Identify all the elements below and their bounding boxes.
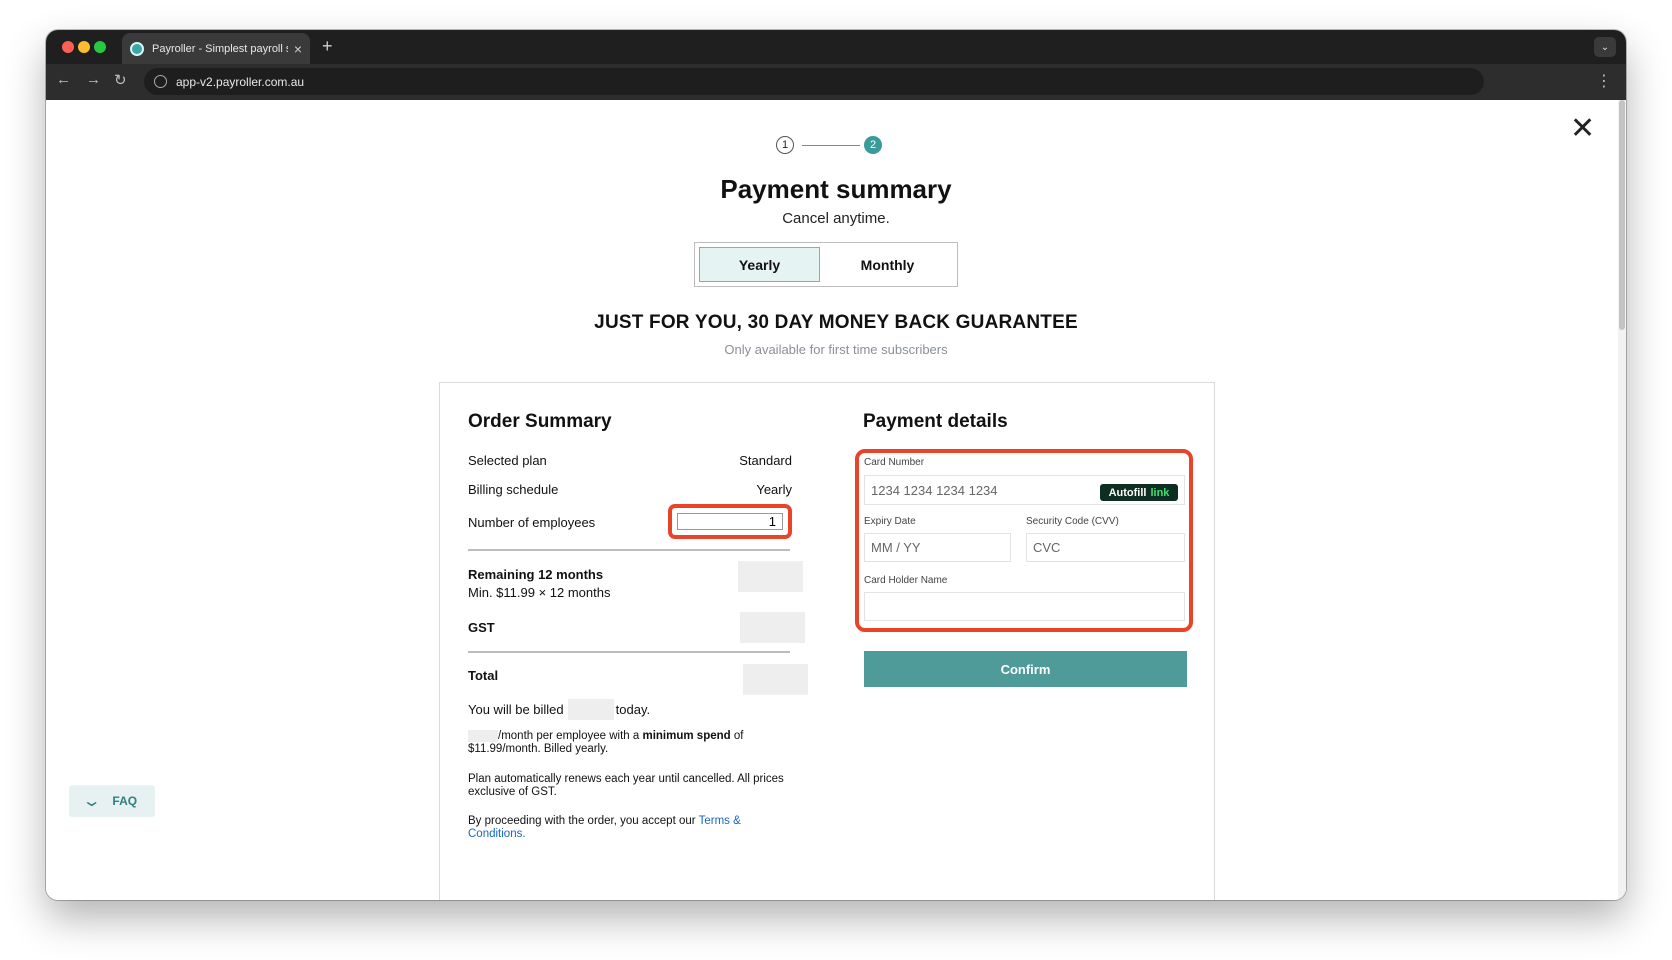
- chevron-down-icon: ⌄: [81, 793, 102, 810]
- favicon-icon: [130, 41, 144, 56]
- browser-menu-icon[interactable]: ⋮: [1596, 71, 1612, 91]
- close-window-button[interactable]: [62, 41, 74, 53]
- confirm-button[interactable]: Confirm: [864, 651, 1187, 687]
- employees-label: Number of employees: [468, 515, 596, 530]
- gst-placeholder: [740, 612, 805, 643]
- step-1: 1: [776, 136, 794, 154]
- tab-close-icon[interactable]: ×: [294, 41, 302, 57]
- expiry-label: Expiry Date: [864, 516, 916, 527]
- page-title: Payment summary: [720, 174, 952, 204]
- tab-title: Payroller - Simplest payroll so: [152, 42, 288, 55]
- new-tab-button[interactable]: +: [322, 36, 333, 57]
- pricing-note: /month per employee with a minimum spend…: [468, 730, 798, 756]
- browser-tab[interactable]: Payroller - Simplest payroll so ×: [122, 33, 310, 64]
- site-info-icon[interactable]: [154, 75, 167, 88]
- reload-icon[interactable]: ↻: [114, 71, 127, 89]
- total-placeholder: [743, 664, 808, 695]
- amount-placeholder: [738, 561, 803, 592]
- address-bar[interactable]: app-v2.payroller.com.au: [144, 68, 1484, 95]
- selected-plan-label: Selected plan: [468, 453, 547, 468]
- billed-suffix: today.: [615, 702, 651, 717]
- payment-fields-highlight: Card Number 1234 1234 1234 1234 Autofill…: [855, 449, 1193, 632]
- forward-icon[interactable]: →: [86, 71, 101, 88]
- tab-search-button[interactable]: ⌄: [1594, 37, 1616, 57]
- cvv-placeholder: CVC: [1033, 540, 1061, 555]
- faq-label: FAQ: [112, 794, 138, 808]
- divider: [468, 549, 790, 551]
- selected-plan-value: Standard: [739, 453, 792, 468]
- page-viewport: ✕ 1 2 Payment summary Cancel anytime. Ye…: [46, 100, 1626, 900]
- remaining-detail: Min. $11.99 × 12 months: [468, 585, 611, 600]
- expiry-field[interactable]: MM / YY: [864, 533, 1011, 562]
- renew-note: Plan automatically renews each year unti…: [468, 773, 784, 798]
- tab-bar: Payroller - Simplest payroll so × + ⌄: [46, 30, 1626, 64]
- payment-details-title: Payment details: [863, 411, 1008, 432]
- link-logo: link: [1150, 486, 1170, 499]
- terms-note: By proceeding with the order, you accept…: [468, 815, 798, 841]
- autofill-label: Autofill: [1108, 486, 1147, 499]
- url-text: app-v2.payroller.com.au: [176, 74, 305, 89]
- employees-highlight: [668, 504, 792, 539]
- minimize-window-button[interactable]: [78, 41, 90, 53]
- step-2: 2: [864, 136, 882, 154]
- order-summary-title: Order Summary: [468, 411, 612, 432]
- spend-bold: minimum spend: [642, 730, 731, 743]
- step-connector: [802, 145, 860, 146]
- stepper: 1 2: [776, 136, 890, 156]
- billed-today-line: You will be billed today.: [468, 699, 650, 720]
- total-label: Total: [468, 668, 499, 683]
- employees-input[interactable]: [677, 513, 783, 530]
- terms-pre: By proceeding with the order, you accept…: [468, 815, 696, 827]
- browser-toolbar: ← → ↻ app-v2.payroller.com.au ⋮: [46, 64, 1626, 100]
- back-icon[interactable]: ←: [56, 71, 71, 88]
- remaining-label: Remaining 12 months: [468, 567, 604, 582]
- terms-post: .: [522, 828, 526, 840]
- spend-pre: /month per employee with a: [498, 730, 640, 743]
- autofill-link-button[interactable]: Autofill link: [1100, 484, 1178, 501]
- price-placeholder: [468, 730, 498, 742]
- billed-prefix: You will be billed: [468, 702, 564, 717]
- billed-amount-placeholder: [567, 699, 614, 720]
- card-holder-label: Card Holder Name: [864, 575, 948, 586]
- promo-heading: JUST FOR YOU, 30 DAY MONEY BACK GUARANTE…: [594, 312, 1078, 333]
- browser-window: Payroller - Simplest payroll so × + ⌄ ← …: [46, 30, 1626, 900]
- page-subtitle: Cancel anytime.: [782, 210, 890, 227]
- billing-toggle: Yearly Monthly: [694, 242, 958, 287]
- billing-schedule-label: Billing schedule: [468, 482, 559, 497]
- zoom-window-button[interactable]: [94, 41, 106, 53]
- card-number-label: Card Number: [864, 457, 925, 468]
- card-number-placeholder: 1234 1234 1234 1234: [871, 482, 998, 498]
- divider: [468, 651, 790, 653]
- card-holder-field[interactable]: [864, 592, 1185, 621]
- gst-label: GST: [468, 620, 495, 635]
- billing-schedule-value: Yearly: [756, 482, 792, 497]
- monthly-option[interactable]: Monthly: [824, 247, 951, 282]
- cvv-label: Security Code (CVV): [1026, 516, 1119, 527]
- faq-button[interactable]: ⌄ FAQ: [69, 785, 155, 817]
- checkout-card: Order Summary Selected plan Standard Bil…: [439, 382, 1215, 900]
- yearly-option[interactable]: Yearly: [699, 247, 820, 282]
- close-icon[interactable]: ✕: [1570, 114, 1595, 144]
- expiry-placeholder: MM / YY: [871, 540, 921, 555]
- promo-subtext: Only available for first time subscriber…: [724, 342, 948, 357]
- cvv-field[interactable]: CVC: [1026, 533, 1185, 562]
